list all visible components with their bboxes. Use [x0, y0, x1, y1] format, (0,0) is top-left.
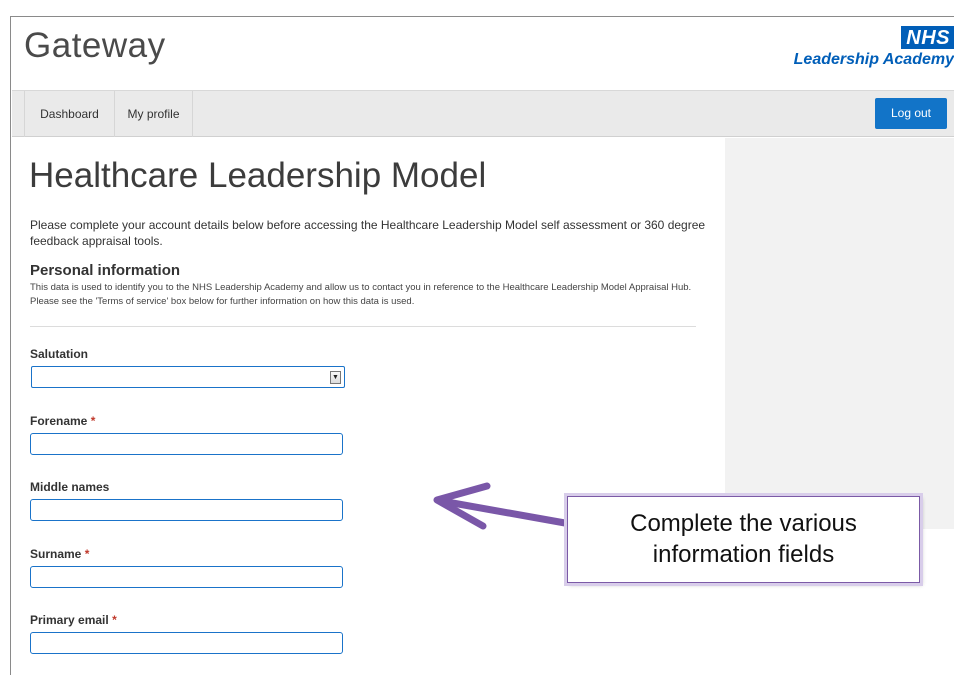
nhs-logo: NHS Leadership Academy — [794, 26, 954, 69]
arrow-left-icon — [433, 482, 569, 530]
primary-email-input[interactable] — [30, 632, 343, 654]
salutation-label-text: Salutation — [30, 347, 89, 361]
sidebar-panel — [725, 138, 954, 529]
salutation-select[interactable]: ▼ — [31, 366, 345, 388]
required-marker: * — [112, 613, 117, 627]
site-title: Gateway — [24, 26, 166, 65]
forename-input[interactable] — [30, 433, 343, 455]
forename-label-text: Forename — [30, 414, 88, 428]
required-marker: * — [84, 547, 90, 561]
chevron-down-icon[interactable]: ▼ — [330, 371, 341, 384]
callout-text: Complete the various information fields — [630, 510, 857, 568]
frame-border-left — [10, 16, 11, 675]
intro-text: Please complete your account details bel… — [30, 218, 706, 248]
top-navbar: Dashboard My profile Log out — [12, 90, 954, 137]
callout-box: Complete the various information fields — [567, 496, 920, 583]
surname-label: Surname * — [30, 547, 89, 561]
surname-input[interactable] — [30, 566, 343, 588]
frame-border-top — [10, 16, 954, 17]
page-title: Healthcare Leadership Model — [29, 156, 487, 195]
nhs-logo-badge: NHS — [901, 26, 954, 49]
section-title: Personal information — [30, 262, 181, 279]
surname-label-text: Surname — [30, 547, 82, 561]
logout-button[interactable]: Log out — [875, 98, 947, 129]
nav-item-dashboard[interactable]: Dashboard — [24, 91, 115, 137]
nav-item-my-profile[interactable]: My profile — [115, 91, 193, 137]
primary-email-label: Primary email * — [30, 613, 117, 627]
section-description: This data is used to identify you to the… — [30, 282, 692, 307]
section-divider — [30, 326, 696, 327]
required-marker: * — [90, 414, 96, 428]
forename-label: Forename * — [30, 414, 95, 428]
middle-names-label: Middle names — [30, 480, 109, 494]
middle-names-input[interactable] — [30, 499, 343, 521]
salutation-label: Salutation — [30, 347, 88, 361]
middle-names-label-text: Middle names — [30, 480, 110, 494]
nhs-logo-subtitle: Leadership Academy — [793, 51, 954, 68]
primary-email-label-text: Primary email — [30, 613, 109, 627]
